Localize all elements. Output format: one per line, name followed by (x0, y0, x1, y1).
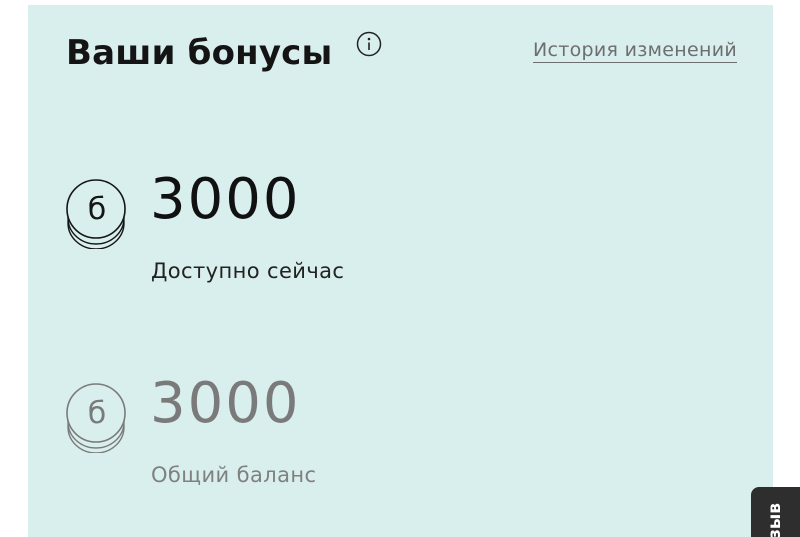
total-amount: 3000 (150, 371, 301, 436)
bonuses-card: Ваши бонусы История изменений б 3000 Дос… (28, 5, 773, 537)
bonus-coin-icon: б (66, 383, 126, 453)
bonuses-title: Ваши бонусы (66, 33, 333, 73)
bonus-coin-icon: б (66, 179, 126, 249)
available-label: Доступно сейчас (151, 259, 345, 283)
total-label: Общий баланс (151, 463, 317, 487)
history-link[interactable]: История изменений (532, 39, 737, 63)
info-icon[interactable] (356, 31, 382, 57)
feedback-tab-label: зыв (765, 503, 785, 537)
feedback-tab[interactable]: зыв (751, 487, 800, 537)
page: Ваши бонусы История изменений б 3000 Дос… (0, 0, 800, 537)
available-amount: 3000 (150, 167, 301, 232)
coin-glyph: б (88, 396, 107, 431)
coin-glyph: б (88, 192, 107, 227)
